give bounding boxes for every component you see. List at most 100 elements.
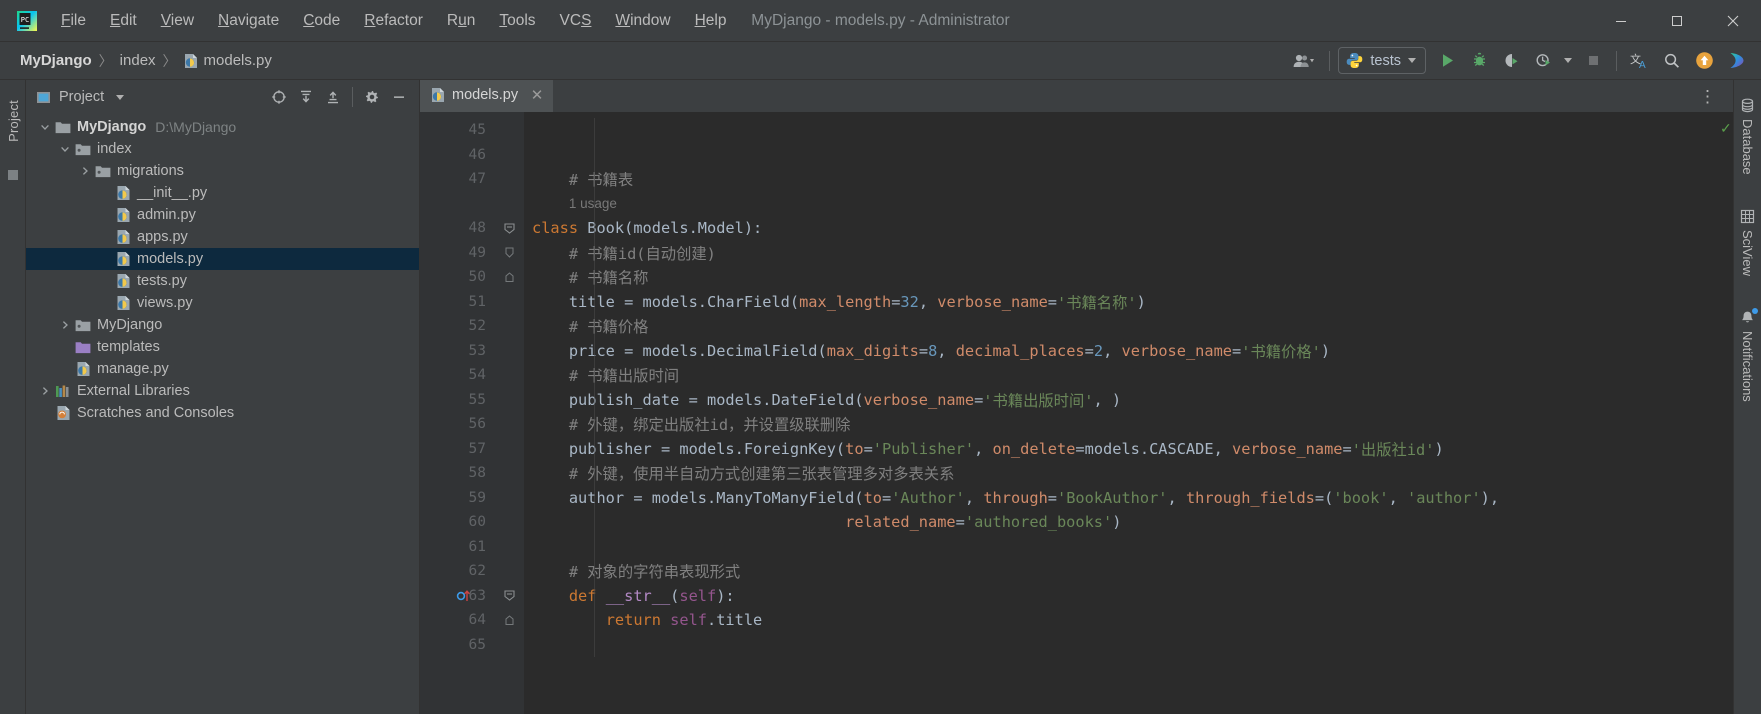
project-tree[interactable]: MyDjango D:\MyDjango index migrations __init…: [26, 114, 419, 714]
code-line[interactable]: 1 usage: [524, 192, 1719, 217]
line-number[interactable]: 61: [420, 535, 494, 560]
tree-item-admin-py[interactable]: admin.py: [26, 204, 419, 226]
line-number[interactable]: 46: [420, 143, 494, 168]
tree-item-external-libraries[interactable]: External Libraries: [26, 380, 419, 402]
breadcrumb-item-project[interactable]: MyDjango: [16, 50, 96, 71]
coverage-button[interactable]: [1496, 47, 1526, 75]
code-line[interactable]: # 书籍表: [524, 167, 1719, 192]
menu-item-edit[interactable]: Edit: [99, 8, 148, 34]
fold-region-end-marker[interactable]: [494, 608, 524, 633]
editor-tab-models-py[interactable]: models.py ✕: [420, 80, 554, 112]
menu-item-tools[interactable]: Tools: [488, 8, 546, 34]
collapse-all-icon[interactable]: [321, 85, 345, 109]
close-icon[interactable]: ✕: [530, 86, 544, 104]
menu-item-navigate[interactable]: Navigate: [207, 8, 290, 34]
code-line[interactable]: # 书籍价格: [524, 314, 1719, 339]
fold-gutter[interactable]: [494, 112, 524, 714]
line-number[interactable]: 50: [420, 265, 494, 290]
menu-item-window[interactable]: Window: [604, 8, 681, 34]
code-line[interactable]: # 对象的字符串表现形式: [524, 559, 1719, 584]
breadcrumb-item-index[interactable]: index: [116, 50, 160, 71]
line-number[interactable]: 59: [420, 486, 494, 511]
fold-collapse-icon[interactable]: [494, 216, 524, 241]
profile-dropdown[interactable]: [1560, 47, 1576, 75]
tree-item-tests-py[interactable]: tests.py: [26, 270, 419, 292]
line-number[interactable]: 47: [420, 167, 494, 192]
line-number[interactable]: 48: [420, 216, 494, 241]
tool-window-button-notifications[interactable]: Notifications: [1738, 306, 1758, 406]
tree-item-manage-py[interactable]: manage.py: [26, 358, 419, 380]
fold-collapse-icon[interactable]: [494, 584, 524, 609]
user-avatar-icon[interactable]: [1287, 47, 1321, 75]
code-line[interactable]: # 书籍名称: [524, 265, 1719, 290]
profile-button[interactable]: [1528, 47, 1558, 75]
line-number[interactable]: 55: [420, 388, 494, 413]
inspection-status-icon[interactable]: ✓: [1720, 120, 1732, 137]
menu-item-run[interactable]: Run: [436, 8, 486, 34]
code-line[interactable]: related_name ='authored_books'): [524, 510, 1719, 535]
tree-item-init-py[interactable]: __init__.py: [26, 182, 419, 204]
code-line[interactable]: # 外键，绑定出版社id，并设置级联删除: [524, 412, 1719, 437]
tree-item-apps-py[interactable]: apps.py: [26, 226, 419, 248]
code-line[interactable]: [524, 633, 1719, 658]
line-number[interactable]: 49: [420, 241, 494, 266]
line-number[interactable]: 54: [420, 363, 494, 388]
tree-item-mydjango[interactable]: MyDjango: [26, 314, 419, 336]
chevron-right-icon[interactable]: [56, 320, 74, 330]
run-button[interactable]: [1432, 47, 1462, 75]
debug-button[interactable]: [1464, 47, 1494, 75]
code-line[interactable]: # 外键，使用半自动方式创建第三张表管理多对多表关系: [524, 461, 1719, 486]
line-number[interactable]: 53: [420, 339, 494, 364]
gear-icon[interactable]: [360, 85, 384, 109]
line-number[interactable]: 52: [420, 314, 494, 339]
translate-icon[interactable]: 文 A: [1625, 47, 1655, 75]
tool-window-button-sciview[interactable]: SciView: [1738, 205, 1757, 280]
code-line[interactable]: [524, 118, 1719, 143]
menu-item-vcs[interactable]: VCS: [549, 8, 603, 34]
tree-item-views-py[interactable]: views.py: [26, 292, 419, 314]
code-line[interactable]: publish_date = models.DateField(verbose_…: [524, 388, 1719, 413]
tree-item-models-py[interactable]: models.py: [26, 248, 419, 270]
stop-button[interactable]: [1578, 47, 1608, 75]
tree-item-mydjango[interactable]: MyDjango D:\MyDjango: [26, 116, 419, 138]
code-line[interactable]: # 书籍出版时间: [524, 363, 1719, 388]
code-line[interactable]: publisher = models.ForeignKey(to = 'Publis…: [524, 437, 1719, 462]
code-line[interactable]: author = models.ManyToManyField(to = 'Auth…: [524, 486, 1719, 511]
code-content[interactable]: # 书籍表 1 usage class Book (models.Model): #…: [524, 112, 1719, 714]
code-editor[interactable]: 45 46 47 48 49 50 51 52 53 54 55 56 57 58 59 60 61 62 63 64…: [420, 112, 1733, 714]
line-number[interactable]: 51: [420, 290, 494, 315]
chevron-right-icon[interactable]: [36, 386, 54, 396]
line-number[interactable]: 45: [420, 118, 494, 143]
line-number[interactable]: 65: [420, 633, 494, 658]
project-panel-title[interactable]: Project: [36, 89, 125, 105]
tree-item-index[interactable]: index: [26, 138, 419, 160]
line-number[interactable]: [420, 192, 494, 217]
menu-item-file[interactable]: File: [50, 8, 97, 34]
menu-item-code[interactable]: Code: [292, 8, 351, 34]
fold-region-end-marker[interactable]: [494, 265, 524, 290]
structure-icon[interactable]: [7, 168, 19, 180]
tool-window-button-database[interactable]: Database: [1738, 94, 1757, 179]
code-line[interactable]: class Book (models.Model):: [524, 216, 1719, 241]
line-number[interactable]: 64: [420, 608, 494, 633]
run-configuration-selector[interactable]: tests: [1338, 47, 1426, 74]
line-number[interactable]: 56: [420, 412, 494, 437]
tool-window-button-project[interactable]: Project: [0, 86, 26, 156]
editor-options-menu[interactable]: ⋮: [1693, 88, 1723, 105]
marker-scrollbar[interactable]: ✓: [1719, 112, 1733, 714]
minimize-button[interactable]: [1593, 0, 1649, 42]
close-button[interactable]: [1705, 0, 1761, 42]
code-line[interactable]: def __str__(self):: [524, 584, 1719, 609]
code-line[interactable]: [524, 143, 1719, 168]
tree-item-migrations[interactable]: migrations: [26, 160, 419, 182]
update-arrow-icon[interactable]: [1689, 47, 1719, 75]
line-number[interactable]: 62: [420, 559, 494, 584]
chevron-down-icon[interactable]: [36, 122, 54, 132]
code-line[interactable]: return self .title: [524, 608, 1719, 633]
tree-item-templates[interactable]: templates: [26, 336, 419, 358]
menu-item-view[interactable]: View: [150, 8, 205, 34]
maximize-button[interactable]: [1649, 0, 1705, 42]
code-line[interactable]: title = models.CharField(max_length = 32, …: [524, 290, 1719, 315]
line-number[interactable]: 58: [420, 461, 494, 486]
breadcrumb-item-file[interactable]: models.py: [180, 50, 276, 71]
